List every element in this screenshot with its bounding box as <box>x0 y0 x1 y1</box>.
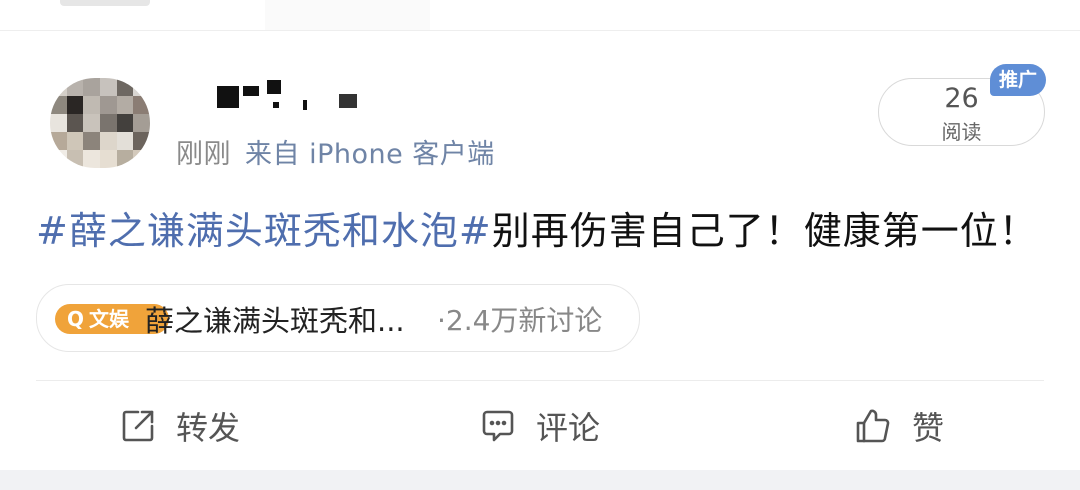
post-body: 别再伤害自己了！健康第一位！ <box>491 209 1038 253</box>
thumbs-up-icon <box>856 409 890 443</box>
divider <box>36 380 1044 381</box>
category-badge-label: 文娱 <box>89 307 129 331</box>
read-label: 阅读 <box>941 120 982 144</box>
post-text: #薛之谦满头斑秃和水泡#别再伤害自己了！健康第一位！ <box>36 200 1038 255</box>
hashtag-link[interactable]: #薛之谦满头斑秃和水泡# <box>36 209 492 253</box>
comment-icon <box>482 410 514 442</box>
top-bar <box>0 0 1080 31</box>
repost-button[interactable]: 转发 <box>120 402 240 450</box>
topic-name: 薛之谦满头斑秃和... <box>145 304 405 338</box>
topic-card[interactable]: Q 文娱 薛之谦满头斑秃和... ·2.4万新讨论 <box>36 284 640 352</box>
like-button[interactable]: 赞 <box>854 402 944 450</box>
top-bar-gap <box>265 0 430 30</box>
like-label: 赞 <box>912 409 945 447</box>
avatar[interactable] <box>50 78 150 168</box>
bottom-separator <box>0 470 1080 490</box>
repost-label: 转发 <box>176 409 241 447</box>
username[interactable] <box>215 80 365 110</box>
ad-badge: 推广 <box>990 64 1046 96</box>
top-bar-fragment <box>60 0 150 6</box>
post-meta: 刚刚 来自 iPhone 客户端 <box>176 132 495 171</box>
topic-discussion-count: ·2.4万新讨论 <box>437 304 603 337</box>
repost-icon <box>122 410 154 442</box>
search-icon: Q <box>67 307 85 331</box>
comment-label: 评论 <box>536 409 601 447</box>
post-source[interactable]: 来自 iPhone 客户端 <box>245 139 495 170</box>
comment-button[interactable]: 评论 <box>480 402 600 450</box>
post-time: 刚刚 <box>176 139 231 170</box>
